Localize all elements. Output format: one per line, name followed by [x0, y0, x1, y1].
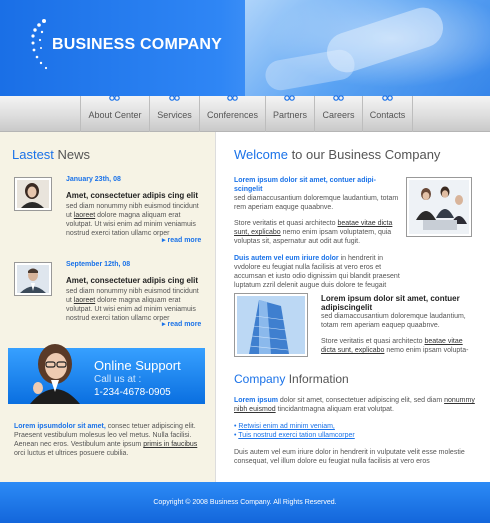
read-more-link[interactable]: ▸ read more [162, 320, 201, 328]
info-link-item[interactable]: • Tuis nostrud exerci tation ullamcorper [234, 431, 479, 440]
left-bottom-link[interactable]: primis in faucibus [143, 441, 197, 448]
logo-swirl-icon [31, 19, 48, 70]
building-photo[interactable] [234, 293, 308, 357]
left-bottom-text: Lorem ipsumdolor sit amet, consec tetuer… [14, 423, 198, 457]
welcome-heading: Welcome to our Business Company [234, 147, 441, 162]
right-column: Welcome to our Business Company Lorem ip… [215, 132, 490, 482]
nav-dot-icon [109, 95, 120, 101]
nav-dot-icon [332, 95, 344, 101]
news-link[interactable]: laoreet [74, 212, 95, 219]
welcome-para-3: Duis autem vel eum iriure dolor in hendr… [234, 255, 400, 289]
nav-partners[interactable]: Partners [265, 95, 314, 132]
welcome-para-5: Store veritatis et quasi architecto beat… [321, 338, 469, 354]
support-phone[interactable]: 1-234-4678-0905 [94, 387, 171, 398]
support-agent-icon [30, 344, 80, 404]
man-photo-icon [17, 265, 49, 293]
main-nav: About Center Services Conferences Partne… [0, 95, 490, 132]
nav-label: Services [157, 110, 192, 120]
support-call-label: Call us at : [94, 374, 142, 385]
nav-label: Careers [322, 110, 355, 120]
company-info-heading: Company Information [234, 372, 349, 386]
nav-about-center[interactable]: About Center [80, 95, 149, 132]
read-more-link[interactable]: ▸ read more [162, 236, 201, 244]
nav-label: Conferences [206, 110, 259, 120]
news-heading: Lastest News [12, 147, 91, 162]
business-people-photo[interactable] [406, 177, 472, 237]
news-link[interactable]: laoreet [74, 297, 95, 304]
left-column: Lastest News January 23th, 08 Amet, cons… [0, 132, 215, 482]
nav-dot-icon [168, 95, 180, 101]
header-photo [245, 0, 490, 96]
news-title[interactable]: Amet, consectetuer adipis cing elit [66, 191, 198, 200]
news-title[interactable]: Amet, consectetuer adipis cing elit [66, 276, 198, 285]
news-thumb[interactable] [14, 262, 52, 296]
nav-conferences[interactable]: Conferences [199, 95, 265, 132]
nav-contacts[interactable]: Contacts [362, 95, 413, 132]
nav-label: Partners [272, 110, 307, 120]
company-info-text: Lorem ipsum dolor sit amet, consectetuer… [234, 397, 475, 413]
welcome-para-4: Lorem ipsum dolor sit amet, contuer adip… [321, 294, 466, 329]
footer: Copyright © 2008 Business Company. All R… [0, 482, 490, 523]
header: BUSINESS COMPANY [0, 0, 490, 96]
welcome-para-1: Lorem ipsum dolor sit amet, contuer adip… [234, 177, 399, 211]
nav-label: About Center [88, 110, 142, 120]
company-info-bottom: Duis autem vel eum iriure dolor in hendr… [234, 449, 465, 465]
nav-label: Contacts [369, 110, 406, 120]
welcome-para-2: Store veritatis et quasi architecto beat… [234, 220, 393, 245]
nav-careers[interactable]: Careers [314, 95, 362, 132]
page: BUSINESS COMPANY About Center Services C… [0, 0, 490, 523]
online-support-banner[interactable]: Online Support Call us at : 1-234-4678-0… [8, 344, 205, 404]
nav-dot-icon [226, 95, 238, 101]
support-title: Online Support [94, 358, 181, 373]
news-thumb[interactable] [14, 177, 52, 211]
news-date: September 12th, 08 [66, 261, 131, 268]
woman-photo-icon [17, 180, 49, 208]
news-text: sed diam nonummy nibh euismod tincidunt … [66, 203, 199, 237]
nav-services[interactable]: Services [149, 95, 199, 132]
skyscraper-icon [237, 296, 305, 354]
info-link-item[interactable]: • Retwisi enim ad minim veniam, [234, 422, 479, 431]
nav-dot-icon [381, 95, 393, 101]
nav-dot-icon [284, 95, 295, 101]
news-date: January 23th, 08 [66, 176, 121, 183]
business-team-icon [409, 180, 469, 234]
news-text: sed diam nonummy nibh euismod tincidunt … [66, 288, 199, 322]
copyright-text: Copyright © 2008 Business Company. All R… [153, 499, 337, 506]
logo-text[interactable]: BUSINESS COMPANY [52, 36, 222, 54]
company-info-links: • Retwisi enim ad minim veniam, • Tuis n… [234, 422, 479, 440]
